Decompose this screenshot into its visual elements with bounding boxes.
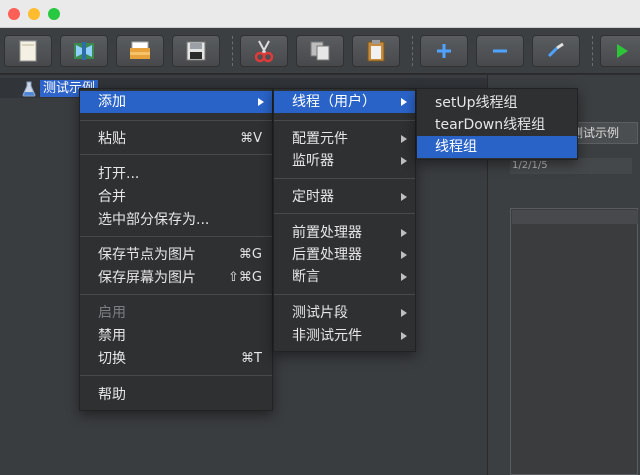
shortcut-paste: ⌘V: [240, 131, 262, 146]
new-button[interactable]: [4, 35, 52, 67]
start-button[interactable]: [600, 35, 640, 67]
chevron-right-icon: [401, 193, 407, 201]
collapse-all-button[interactable]: [476, 35, 524, 67]
submenu-item-timer[interactable]: 定时器: [274, 186, 415, 208]
shortcut-save-screen-image: ⇧⌘G: [228, 270, 262, 285]
submenu-item-teardown-thread-group[interactable]: tearDown线程组: [417, 114, 577, 136]
toolbar-separator: [412, 36, 413, 66]
menu-item-disable[interactable]: 禁用: [80, 325, 272, 347]
chevron-right-icon: [401, 135, 407, 143]
menu-item-save-node-image[interactable]: 保存节点为图片 ⌘G: [80, 244, 272, 266]
menu-item-paste[interactable]: 粘贴 ⌘V: [80, 128, 272, 150]
expand-icon: [437, 44, 451, 58]
properties-box: [510, 208, 638, 475]
new-file-icon: [19, 40, 37, 62]
menu-item-enable: 启用: [98, 305, 126, 321]
shortcut-save-node-image: ⌘G: [238, 247, 262, 262]
menu-item-save-selection[interactable]: 选中部分保存为...: [80, 209, 272, 231]
menu-item-help[interactable]: 帮助: [80, 384, 272, 406]
cut-button[interactable]: [240, 35, 288, 67]
expand-all-button[interactable]: [420, 35, 468, 67]
paste-icon: [367, 40, 385, 62]
menu-item-open[interactable]: 打开...: [80, 163, 272, 185]
chevron-right-icon: [401, 309, 407, 317]
submenu-item-post-processor[interactable]: 后置处理器: [274, 244, 415, 266]
collapse-icon: [493, 49, 507, 53]
toggle-button[interactable]: [532, 35, 580, 67]
shortcut-toggle: ⌘T: [241, 351, 262, 366]
chevron-right-icon: [401, 332, 407, 340]
menu-separator: [274, 294, 415, 295]
menu-separator: [274, 120, 415, 121]
minimize-window-button[interactable]: [28, 8, 40, 20]
add-submenu: 线程（用户） 配置元件 监听器 定时器 前置处理器 后置处理器 断言 测试片段 …: [273, 88, 416, 352]
menu-item-add[interactable]: 添加: [80, 91, 272, 113]
menu-separator: [80, 294, 272, 295]
menu-separator: [80, 236, 272, 237]
menu-separator: [274, 213, 415, 214]
chevron-right-icon: [401, 251, 407, 259]
zoom-window-button[interactable]: [48, 8, 60, 20]
chevron-right-icon: [401, 98, 407, 106]
submenu-item-config-element[interactable]: 配置元件: [274, 128, 415, 150]
templates-button[interactable]: [60, 35, 108, 67]
main-toolbar: [0, 28, 640, 74]
submenu-item-setup-thread-group[interactable]: setUp线程组: [417, 92, 577, 114]
cut-icon: [254, 40, 274, 63]
open-folder-icon: [130, 41, 150, 59]
submenu-item-pre-processor[interactable]: 前置处理器: [274, 222, 415, 244]
templates-icon: [74, 42, 94, 60]
start-icon: [617, 44, 628, 58]
properties-box-header: [512, 210, 638, 224]
copy-icon: [310, 41, 330, 61]
menu-item-save-screen-image[interactable]: 保存屏幕为图片 ⇧⌘G: [80, 267, 272, 289]
toolbar-separator: [592, 36, 593, 66]
properties-field[interactable]: 1/2/1/5: [510, 158, 632, 174]
window-titlebar: [0, 0, 640, 28]
save-button[interactable]: [172, 35, 220, 67]
threads-submenu: setUp线程组 tearDown线程组 线程组: [416, 88, 578, 160]
menu-separator: [274, 178, 415, 179]
copy-button[interactable]: [296, 35, 344, 67]
open-button[interactable]: [116, 35, 164, 67]
chevron-right-icon: [401, 273, 407, 281]
submenu-item-thread-group[interactable]: 线程组: [417, 136, 577, 158]
chevron-right-icon: [401, 157, 407, 165]
menu-item-merge[interactable]: 合并: [80, 186, 272, 208]
context-menu: 添加 粘贴 ⌘V 打开... 合并 选中部分保存为... 保存节点为图片 ⌘G 保存…: [79, 88, 273, 411]
menu-separator: [80, 154, 272, 155]
submenu-item-threads[interactable]: 线程（用户）: [274, 91, 415, 113]
submenu-item-assertion[interactable]: 断言: [274, 266, 415, 288]
menu-item-toggle[interactable]: 切换 ⌘T: [80, 348, 272, 370]
chevron-right-icon: [401, 229, 407, 237]
toolbar-separator: [232, 36, 233, 66]
submenu-item-test-fragment[interactable]: 测试片段: [274, 302, 415, 324]
toggle-icon: [547, 42, 564, 58]
flask-icon: [22, 81, 36, 97]
paste-button[interactable]: [352, 35, 400, 67]
submenu-item-non-test-elements[interactable]: 非测试元件: [274, 325, 415, 347]
menu-separator: [80, 375, 272, 376]
menu-separator: [80, 120, 272, 121]
submenu-item-listener[interactable]: 监听器: [274, 150, 415, 172]
close-window-button[interactable]: [8, 8, 20, 20]
chevron-right-icon: [258, 98, 264, 106]
save-icon: [186, 41, 206, 61]
